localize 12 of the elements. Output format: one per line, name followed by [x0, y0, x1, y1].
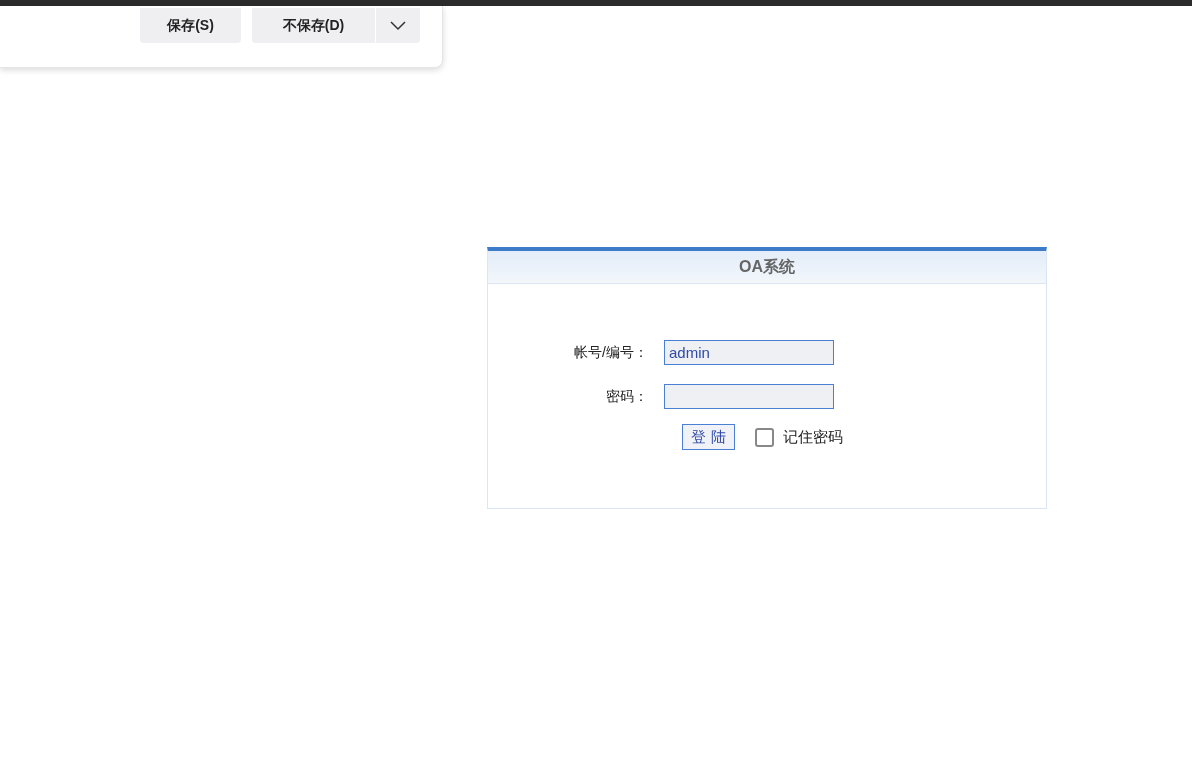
login-button[interactable]: 登 陆	[682, 424, 735, 450]
chevron-down-icon	[390, 20, 406, 31]
dropdown-button[interactable]	[375, 8, 420, 43]
remember-checkbox[interactable]	[755, 427, 774, 447]
field-label: 密码：	[605, 387, 649, 406]
account-input[interactable]: admin	[664, 340, 834, 365]
remember-label: 记住密码	[783, 426, 843, 447]
field-label: 帐号/编号：	[573, 343, 649, 362]
dont-save-button[interactable]: 不保存(D)	[252, 8, 375, 43]
password-input[interactable]	[664, 384, 834, 409]
login-title: OA系统	[488, 251, 1046, 284]
save-button[interactable]: 保存(S)	[140, 8, 241, 43]
